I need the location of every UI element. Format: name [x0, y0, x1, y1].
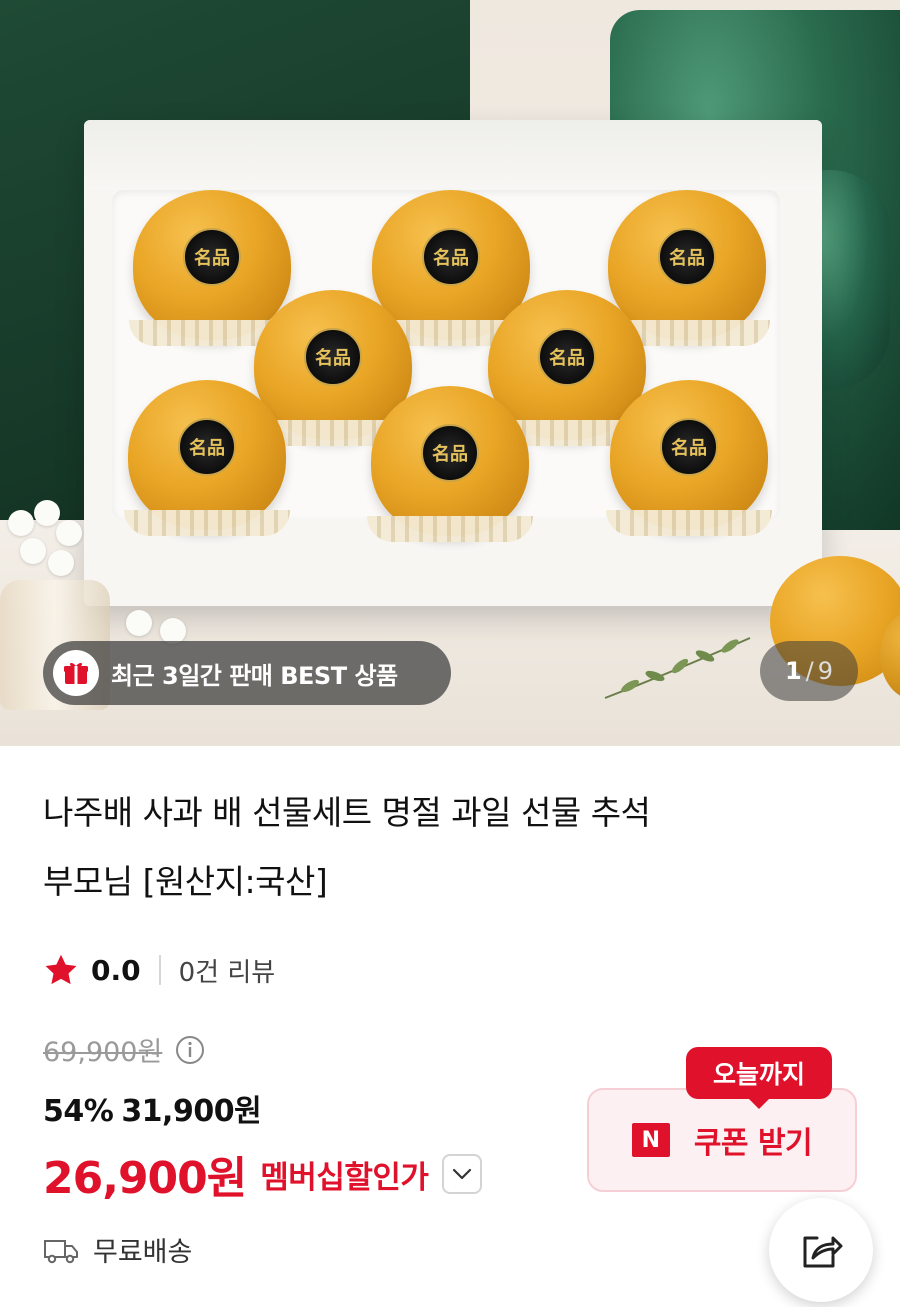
pager-total: 9	[817, 657, 834, 685]
review-count-link[interactable]: 0건 리뷰	[179, 952, 276, 989]
pear-seal: 名品	[658, 228, 716, 286]
gift-box-icon	[53, 650, 99, 696]
star-icon	[45, 954, 77, 985]
best-seller-label: 최근 3일간 판매 BEST 상품	[111, 661, 398, 690]
pear-seal: 名品	[178, 418, 236, 476]
member-price-label: 멤버십할인가	[260, 1159, 429, 1196]
naver-logo-icon: N	[631, 1123, 670, 1157]
image-pager: 1 / 9	[760, 641, 858, 701]
member-price-expand-button[interactable]	[442, 1154, 483, 1194]
product-title: 나주배 사과 배 선물세트 명절 과일 선물 추석 부모님 [원산지:국산]	[43, 778, 843, 916]
pear-seal: 名品	[421, 424, 479, 482]
coupon-deadline-tag: 오늘까지	[686, 1047, 832, 1109]
pear: 名品	[129, 190, 295, 346]
pear: 名品	[604, 190, 770, 346]
pear: 名品	[124, 380, 290, 536]
sale-price-row: 54% 31,900원	[43, 1086, 262, 1130]
fruit-net	[606, 510, 772, 536]
rating-row[interactable]: 0.0 0건 리뷰	[43, 948, 275, 992]
pear-seal: 名品	[422, 228, 480, 286]
original-price-row: 69,900원	[43, 1030, 206, 1069]
share-button[interactable]	[769, 1198, 873, 1302]
pear-seal: 名品	[304, 328, 362, 386]
fruit-net	[367, 516, 533, 542]
sale-price: 31,900원	[121, 1094, 262, 1129]
shipping-info: 무료배송	[43, 1230, 192, 1269]
rating-score: 0.0	[91, 953, 141, 987]
member-price-row: 26,900원 멤버십할인가	[43, 1142, 483, 1206]
product-image-carousel[interactable]: 名品 名品 名品 名品 名品 名品 名品 名品 최근 3일간 판매 BEST 상…	[0, 0, 900, 746]
original-price: 69,900원	[43, 1037, 163, 1068]
shipping-label: 무료배송	[93, 1237, 193, 1268]
pear-seal: 名品	[538, 328, 596, 386]
product-title-line-1: 나주배 사과 배 선물세트 명절 과일 선물 추석	[43, 793, 651, 832]
coupon-button-label: 쿠폰 받기	[693, 1126, 813, 1161]
pear-seal: 名品	[660, 418, 718, 476]
best-seller-badge: 최근 3일간 판매 BEST 상품	[43, 641, 451, 705]
discount-rate: 54%	[43, 1094, 114, 1129]
gift-box-rim	[84, 120, 822, 190]
chevron-down-icon	[453, 1168, 472, 1180]
info-icon[interactable]	[174, 1034, 206, 1066]
divider	[158, 955, 161, 985]
pager-current: 1	[784, 657, 802, 685]
truck-icon	[44, 1239, 78, 1263]
pear: 名品	[606, 380, 772, 536]
pear: 名品	[367, 386, 533, 542]
fruit-net	[124, 510, 290, 536]
herb-sprig	[604, 637, 751, 699]
coupon-download-button[interactable]: N 쿠폰 받기	[587, 1088, 857, 1192]
pear-seal: 名品	[183, 228, 241, 286]
pager-separator: /	[805, 657, 814, 685]
member-price: 26,900원	[43, 1153, 247, 1204]
product-title-line-2: 부모님 [원산지:국산]	[43, 862, 328, 901]
share-icon	[803, 1236, 843, 1268]
